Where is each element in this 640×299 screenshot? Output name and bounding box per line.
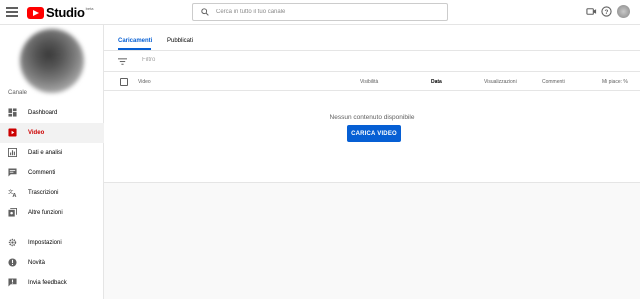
- sidebar-item-label: Commenti: [28, 170, 56, 176]
- column-header-likes[interactable]: Mi piace: %: [602, 79, 628, 85]
- analytics-icon: [8, 148, 17, 157]
- column-header-video[interactable]: Video: [138, 79, 151, 85]
- news-icon: [8, 258, 17, 267]
- comments-icon: [8, 168, 17, 177]
- help-icon[interactable]: ?: [601, 6, 612, 17]
- sidebar-item-label: Altre funzioni: [28, 210, 63, 216]
- sidebar-item-comments[interactable]: Commenti: [0, 163, 104, 183]
- sidebar-item-feedback[interactable]: Invia feedback: [0, 273, 104, 293]
- sidebar-item-label: Novità: [28, 260, 46, 266]
- sidebar-item-label: Trascrizioni: [28, 190, 59, 196]
- gear-icon: [8, 238, 17, 247]
- sidebar-item-dashboard[interactable]: Dashboard: [0, 103, 104, 123]
- dashboard-icon: [8, 108, 17, 117]
- tab-published[interactable]: Pubblicati: [167, 38, 193, 44]
- sidebar-item-label: Dashboard: [28, 110, 58, 116]
- active-tab-indicator: [118, 48, 151, 50]
- beta-label: beta: [85, 6, 94, 11]
- top-header: Studio beta ?: [0, 0, 640, 25]
- sidebar-item-transcriptions[interactable]: 文A Trascrizioni: [0, 183, 104, 203]
- empty-state-message: Nessun contenuto disponibile: [329, 114, 415, 121]
- sidebar-item-analytics[interactable]: Dati e analisi: [0, 143, 104, 163]
- sidebar-item-video[interactable]: Video: [0, 123, 104, 143]
- column-header-comments[interactable]: Commenti: [542, 79, 565, 85]
- table-header: Video Visibilità Data Visualizzazioni Co…: [104, 73, 640, 91]
- select-all-checkbox[interactable]: [120, 78, 128, 86]
- filter-icon[interactable]: [118, 57, 127, 66]
- column-header-date[interactable]: Data: [431, 79, 442, 85]
- app-name: Studio: [46, 5, 85, 20]
- sidebar-item-news[interactable]: Novità: [0, 253, 104, 273]
- search-box: [192, 3, 448, 21]
- svg-text:?: ?: [605, 9, 609, 16]
- search-icon[interactable]: [201, 8, 209, 16]
- translate-icon: 文A: [8, 188, 17, 197]
- upload-video-button[interactable]: CARICA VIDEO: [347, 125, 401, 142]
- sidebar-item-label: Video: [28, 130, 45, 136]
- main-content: Caricamenti Pubblicati Video Visibilità …: [104, 25, 640, 183]
- filter-input[interactable]: [142, 57, 292, 63]
- feedback-icon: [8, 278, 17, 287]
- sidebar-item-label: Dati e analisi: [28, 150, 63, 156]
- sidebar: Canale Dashboard Video Dati e analisi Co…: [0, 25, 104, 299]
- tab-uploads[interactable]: Caricamenti: [118, 38, 152, 44]
- sidebar-item-label: Invia feedback: [28, 280, 67, 286]
- channel-avatar[interactable]: [20, 29, 84, 93]
- sidebar-item-settings[interactable]: Impostazioni: [0, 233, 104, 253]
- search-input[interactable]: [216, 5, 436, 19]
- account-avatar[interactable]: [617, 5, 630, 18]
- filter-bar: [104, 52, 640, 72]
- youtube-logo-icon: [27, 6, 44, 19]
- content-tabs: Caricamenti Pubblicati: [104, 25, 640, 51]
- sidebar-section-label: Canale: [8, 90, 28, 96]
- sidebar-item-label: Impostazioni: [28, 240, 62, 246]
- video-icon: [8, 128, 17, 137]
- hamburger-menu-icon[interactable]: [6, 7, 18, 17]
- sidebar-item-other-functions[interactable]: Altre funzioni: [0, 203, 104, 223]
- svg-text:A: A: [13, 193, 17, 197]
- column-header-views[interactable]: Visualizzazioni: [484, 79, 517, 85]
- studio-logo[interactable]: Studio beta: [27, 5, 93, 20]
- column-header-visibility[interactable]: Visibilità: [360, 79, 378, 85]
- create-video-icon[interactable]: [586, 6, 597, 17]
- more-functions-icon: [8, 208, 17, 217]
